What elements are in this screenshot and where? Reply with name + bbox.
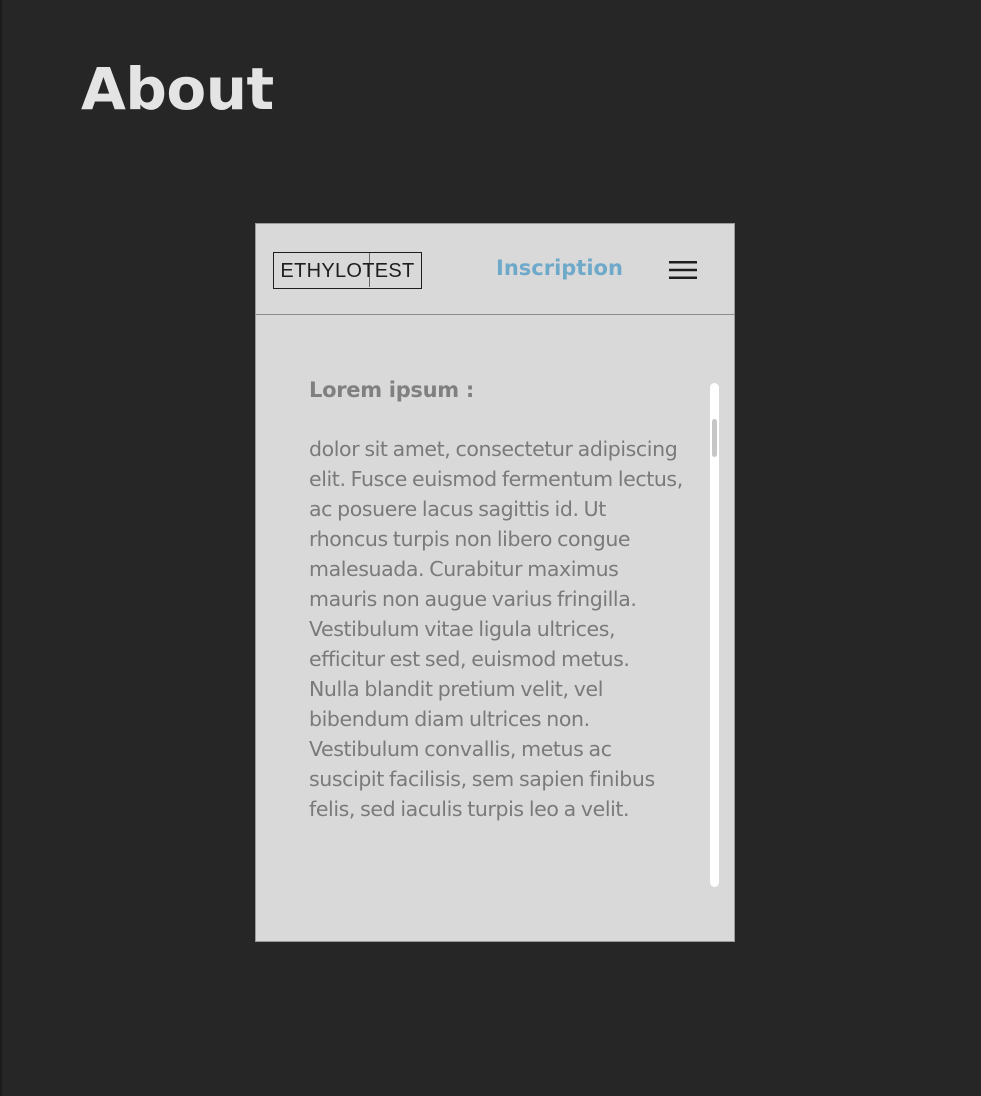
body-text: dolor sit amet, consectetur adipiscing e… — [309, 437, 683, 821]
signup-link[interactable]: Inscription — [496, 252, 623, 284]
content-area: Lorem ipsum : dolor sit amet, consectetu… — [309, 374, 684, 824]
canvas-edge — [0, 0, 2, 1096]
section-heading: Lorem ipsum : — [309, 378, 474, 402]
logo-divider — [369, 253, 370, 287]
menu-button[interactable] — [666, 256, 700, 284]
app-header: ETHYLOTEST Inscription — [256, 224, 734, 315]
hamburger-menu-icon — [669, 261, 697, 279]
logo[interactable]: ETHYLOTEST — [273, 252, 422, 289]
page-title: About — [81, 55, 274, 123]
scrollbar-track[interactable] — [710, 383, 719, 887]
scrollbar-thumb[interactable] — [712, 419, 717, 457]
mobile-frame: ETHYLOTEST Inscription Lorem ipsum : dol… — [255, 223, 735, 942]
logo-text: ETHYLOTEST — [280, 260, 415, 282]
canvas: About ETHYLOTEST Inscription Lorem ipsum… — [0, 0, 981, 1096]
